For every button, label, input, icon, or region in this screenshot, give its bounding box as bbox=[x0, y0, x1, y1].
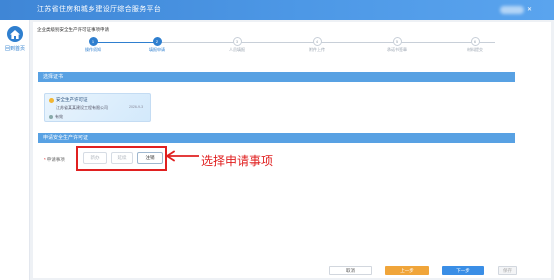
next-step-button[interactable]: 下一步 bbox=[442, 266, 484, 275]
certificate-date: 2026-9-3 bbox=[129, 105, 144, 109]
step-2-dot: 2 bbox=[152, 37, 162, 46]
certificate-company: 江苏省某某建设工程有限公司 bbox=[56, 105, 108, 110]
step-4-label: 附件上传 bbox=[309, 47, 325, 52]
step-6-dot: 6 bbox=[470, 37, 480, 46]
blurred-user-info bbox=[500, 6, 524, 14]
step-1-label: 操作须知 bbox=[85, 47, 101, 52]
home-icon bbox=[7, 26, 23, 42]
sidebar: 回到首页 bbox=[0, 20, 30, 280]
certificate-card[interactable]: 安全生产许可证 江苏省某某建设工程有限公司 2026-9-3 有效 bbox=[44, 93, 151, 122]
annotation-arrow-icon bbox=[166, 150, 199, 162]
step-4: 4 附件上传 bbox=[297, 37, 337, 53]
step-5-dot: 5 bbox=[392, 37, 402, 46]
step-2: 2 填报申请 bbox=[137, 37, 177, 53]
step-2-label: 填报申请 bbox=[149, 47, 165, 52]
step-1: 1 操作须知 bbox=[73, 37, 113, 53]
step-4-dot: 4 bbox=[312, 37, 322, 46]
step-5: 5 承诺书签章 bbox=[377, 37, 417, 53]
annotation-highlight-box bbox=[76, 146, 167, 171]
certificate-name: 安全生产许可证 bbox=[56, 97, 88, 102]
step-3-label: 人员填报 bbox=[229, 47, 245, 52]
certificate-icon bbox=[49, 98, 54, 103]
step-6: 6 材料提交 bbox=[455, 37, 495, 53]
save-button[interactable]: 保存 bbox=[498, 266, 517, 275]
cancel-button[interactable]: 取消 bbox=[329, 266, 372, 275]
annotation-text: 选择申请事项 bbox=[201, 154, 274, 168]
logout-icon[interactable]: ✕ bbox=[527, 7, 532, 13]
certificate-status: 有效 bbox=[55, 114, 63, 119]
apply-item-label-text: 申请事项 bbox=[46, 157, 65, 162]
step-6-label: 材料提交 bbox=[467, 47, 483, 52]
sidebar-home-button[interactable]: 回到首页 bbox=[2, 26, 28, 52]
step-3: 3 人员填报 bbox=[217, 37, 257, 53]
user-menu[interactable]: ✕ bbox=[500, 5, 538, 15]
page-title: 企业类级别安全生产许可证事项申请 bbox=[37, 27, 109, 32]
prev-step-button[interactable]: 上一步 bbox=[385, 266, 429, 275]
apply-item-label: *申请事项 bbox=[44, 157, 65, 163]
step-1-dot: 1 bbox=[88, 37, 98, 46]
app-title: 江苏省住房和城乡建设厅综合服务平台 bbox=[37, 6, 162, 13]
required-marker: * bbox=[44, 157, 46, 162]
cert-section-header: 选择证书 bbox=[38, 72, 515, 82]
sidebar-home-label: 回到首页 bbox=[4, 46, 25, 52]
step-3-dot: 3 bbox=[232, 37, 242, 46]
step-5-label: 承诺书签章 bbox=[387, 47, 407, 52]
top-header-bar: 江苏省住房和城乡建设厅综合服务平台 ✕ bbox=[0, 0, 554, 20]
status-icon bbox=[49, 115, 53, 119]
apply-section-header: 申请安全生产许可证 bbox=[38, 133, 515, 143]
